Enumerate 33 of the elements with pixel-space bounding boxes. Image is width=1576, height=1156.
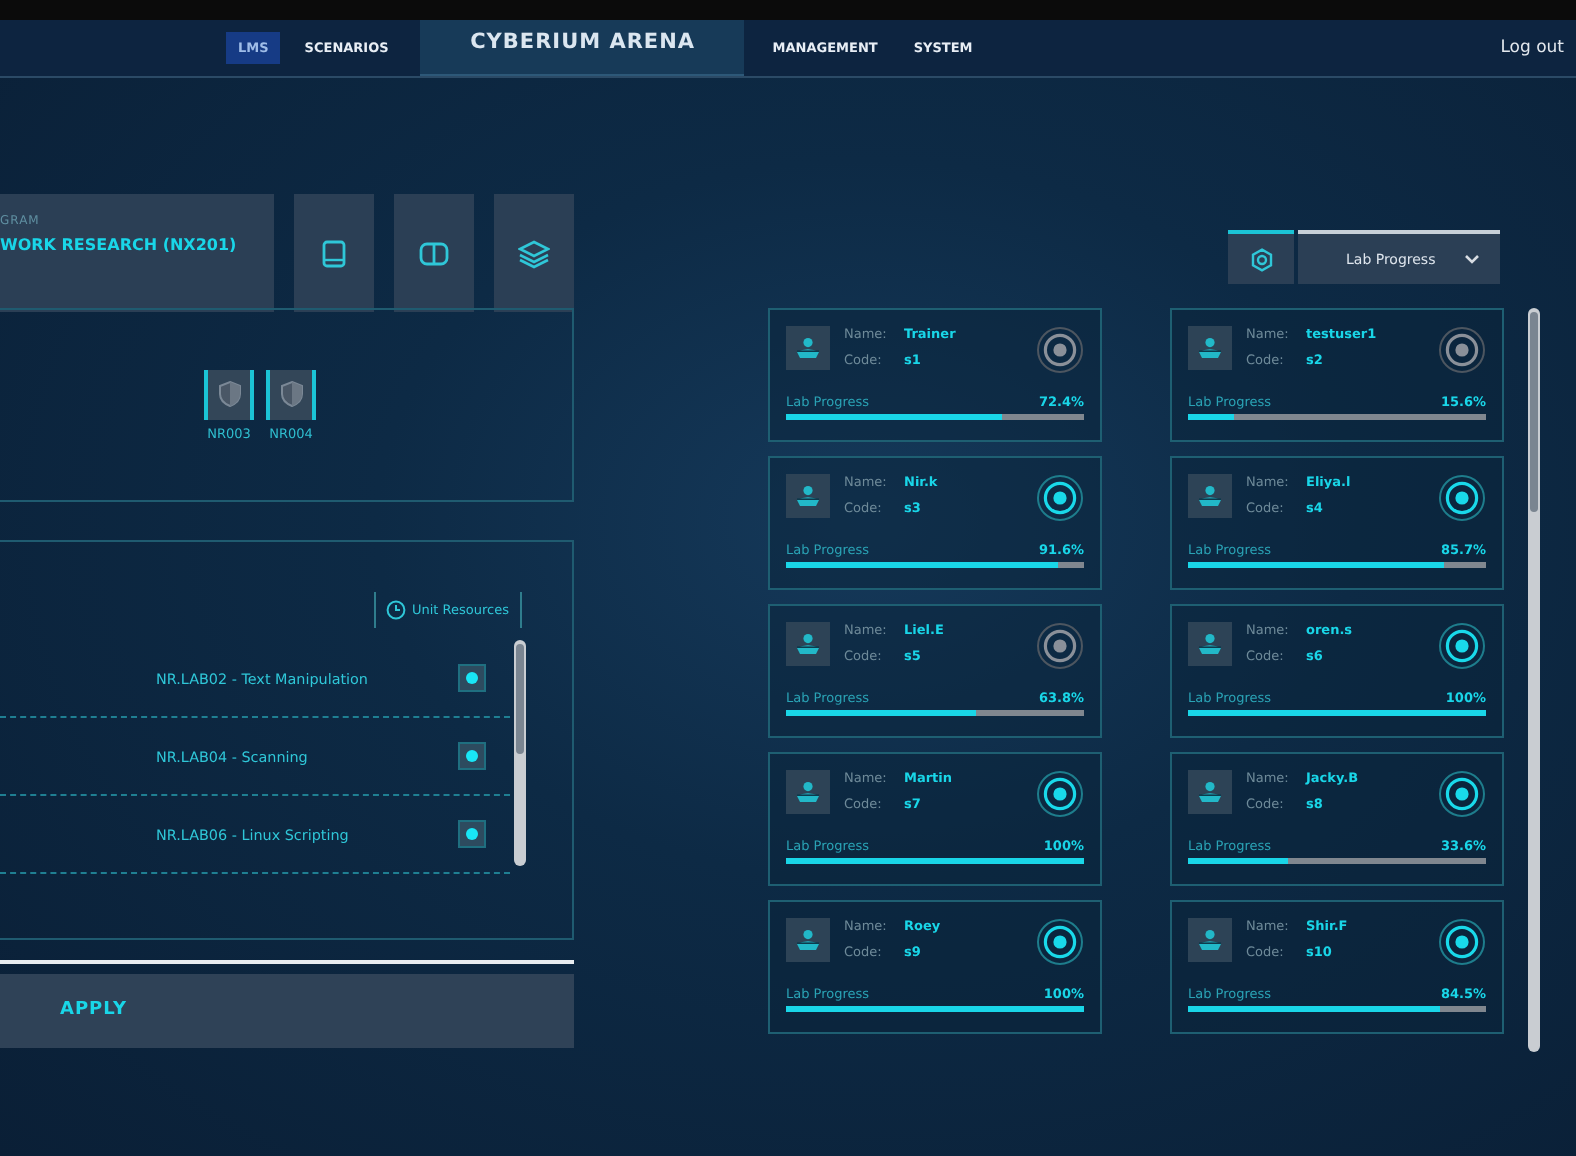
book-button[interactable] bbox=[294, 194, 374, 312]
apply-button[interactable]: APPLY bbox=[0, 974, 574, 1048]
user-icon bbox=[1198, 632, 1222, 656]
book-icon bbox=[318, 237, 350, 269]
lab-checkbox[interactable] bbox=[458, 742, 486, 770]
user-icon bbox=[796, 632, 820, 656]
open-book-button[interactable] bbox=[394, 194, 474, 312]
layers-icon bbox=[518, 237, 550, 269]
user-icon bbox=[1198, 928, 1222, 952]
shield-icon bbox=[279, 380, 303, 408]
scrollbar[interactable] bbox=[1528, 308, 1540, 1052]
layers-button[interactable] bbox=[494, 194, 574, 312]
user-icon bbox=[1198, 484, 1222, 508]
node-tile[interactable] bbox=[266, 369, 316, 419]
scrollbar[interactable] bbox=[514, 640, 526, 866]
node-tile[interactable] bbox=[204, 369, 254, 419]
lab-checkbox[interactable] bbox=[458, 664, 486, 692]
lab-checkbox[interactable] bbox=[458, 820, 486, 848]
program-name: WORK RESEARCH (NX201) bbox=[0, 236, 239, 254]
user-icon bbox=[796, 928, 820, 952]
app-title: CYBERIUM ARENA bbox=[420, 20, 745, 76]
open-book-icon bbox=[418, 237, 450, 269]
user-icon bbox=[796, 336, 820, 360]
logout-link[interactable]: Log out bbox=[1500, 38, 1564, 58]
user-icon bbox=[1198, 780, 1222, 804]
chevron-down-icon bbox=[1463, 254, 1480, 264]
user-icon bbox=[796, 780, 820, 804]
user-icon bbox=[796, 484, 820, 508]
settings-button[interactable] bbox=[1228, 230, 1294, 284]
user-icon bbox=[1198, 336, 1222, 360]
settings-icon bbox=[1249, 247, 1273, 271]
clock-icon bbox=[386, 600, 406, 620]
shield-icon bbox=[217, 380, 241, 408]
